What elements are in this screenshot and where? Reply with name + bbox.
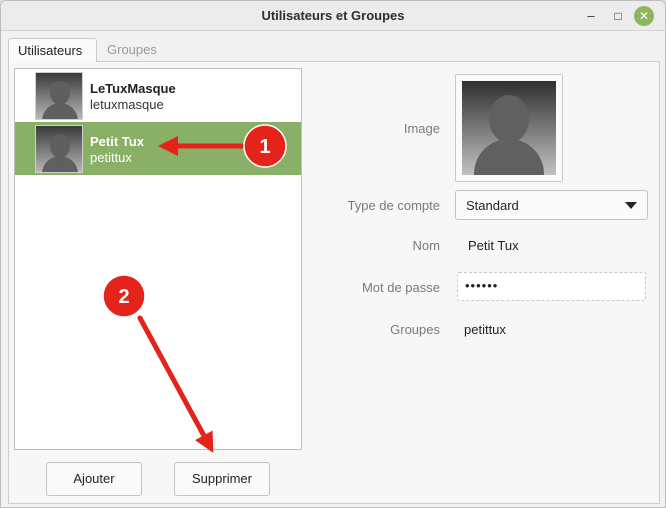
tab-utilisateurs[interactable]: Utilisateurs <box>8 38 97 62</box>
tab-groupes[interactable]: Groupes <box>98 38 166 62</box>
delete-user-button[interactable]: Supprimer <box>174 462 270 496</box>
user-list[interactable]: LeTuxMasque letuxmasque Petit Tux petitt… <box>14 68 302 450</box>
close-icon[interactable]: ✕ <box>634 6 654 26</box>
groups-label: Groupes <box>390 322 440 337</box>
password-value: •••••• <box>465 278 499 293</box>
account-type-select[interactable]: Standard <box>455 190 648 220</box>
account-type-label: Type de compte <box>347 198 441 213</box>
user-login: petittux <box>90 150 132 165</box>
title-bar: Utilisateurs et Groupes – □ ✕ <box>1 1 665 31</box>
user-row-letuxmasque[interactable]: LeTuxMasque letuxmasque <box>15 69 301 122</box>
user-name: Petit Tux <box>90 134 144 149</box>
user-name: LeTuxMasque <box>90 81 176 96</box>
account-type-value: Standard <box>466 198 519 213</box>
image-label: Image <box>403 121 440 136</box>
dropdown-arrow-icon <box>625 202 637 209</box>
avatar <box>35 72 83 120</box>
user-image-button[interactable] <box>455 74 563 182</box>
name-label: Nom <box>412 238 440 253</box>
password-label: Mot de passe <box>361 280 440 295</box>
add-user-button[interactable]: Ajouter <box>46 462 142 496</box>
minimize-icon[interactable]: – <box>581 6 601 26</box>
users-groups-window: Utilisateurs et Groupes – □ ✕ Utilisateu… <box>0 0 666 508</box>
user-login: letuxmasque <box>90 97 164 112</box>
name-value[interactable]: Petit Tux <box>468 238 519 253</box>
user-row-petittux[interactable]: Petit Tux petittux <box>15 122 301 175</box>
maximize-icon[interactable]: □ <box>608 6 628 26</box>
user-image <box>462 81 556 175</box>
groups-value[interactable]: petittux <box>464 322 506 337</box>
window-title: Utilisateurs et Groupes <box>261 8 405 23</box>
avatar <box>35 125 83 173</box>
password-field[interactable]: •••••• <box>457 272 646 301</box>
